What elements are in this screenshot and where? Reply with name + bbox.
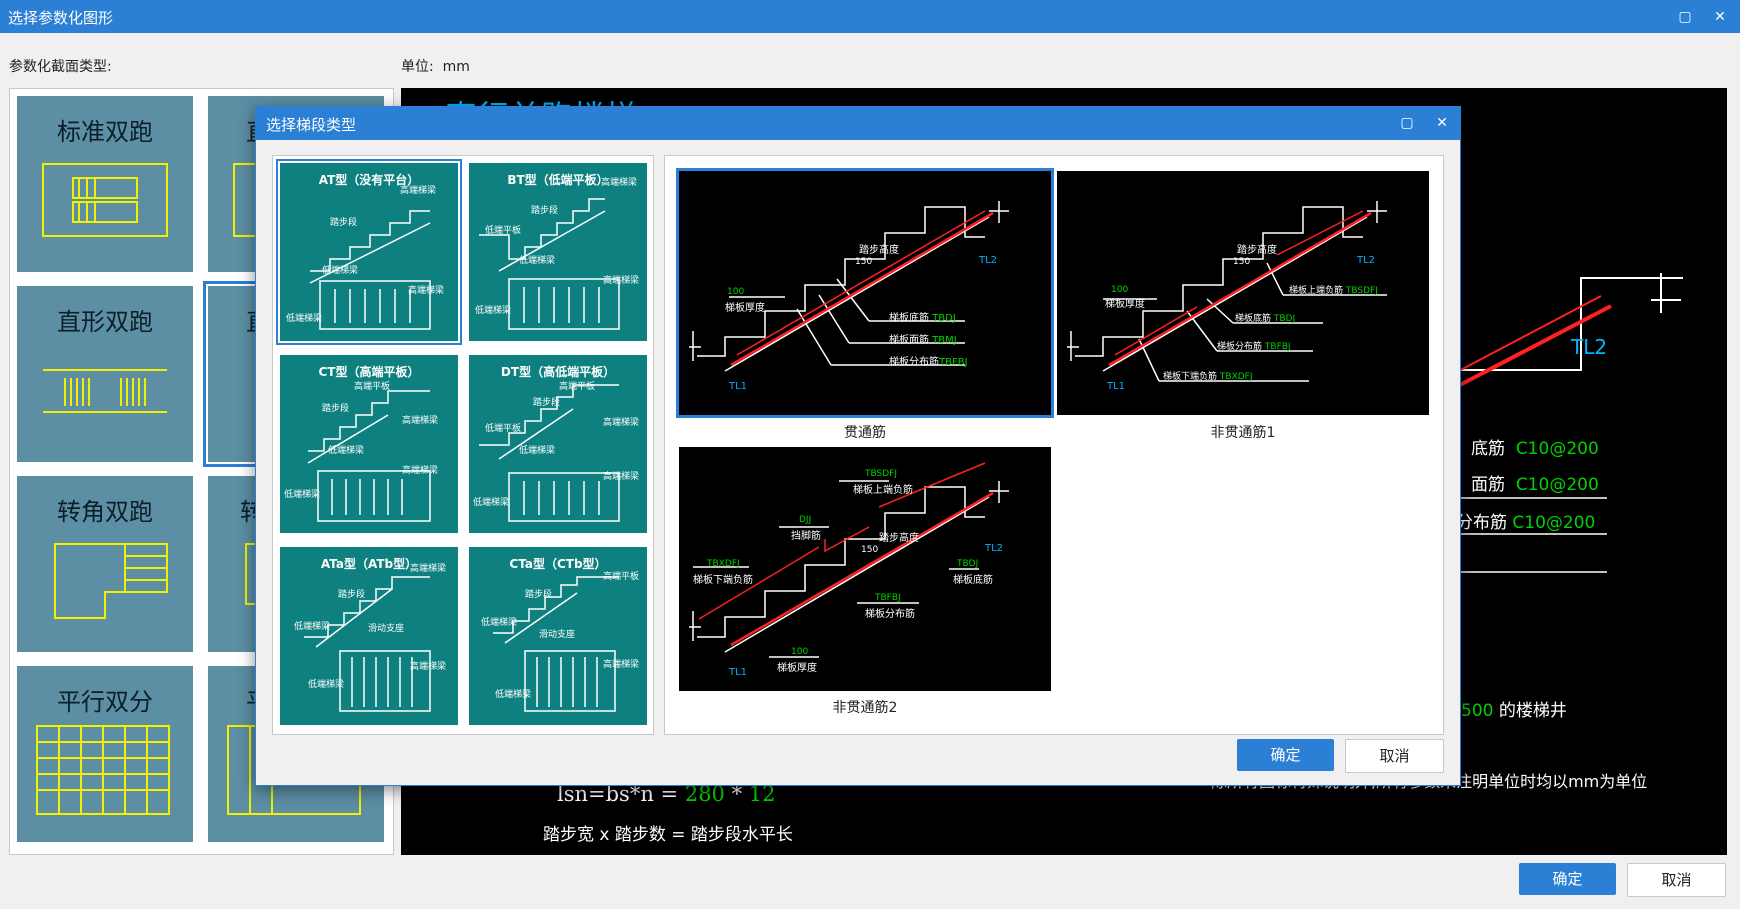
maximize-icon[interactable]: ▢ xyxy=(1674,6,1696,28)
rebar-row: 分布筋 C10@200 xyxy=(1456,513,1596,533)
unit-label: 单位: mm xyxy=(401,59,470,75)
stair-well-text: 500 的楼梯井 xyxy=(1461,701,1567,721)
cancel-button[interactable]: 取消 xyxy=(1627,863,1726,897)
callout: 梯板分布筋TBFBJ xyxy=(889,357,968,368)
callout: 梯板分布筋 TBFBJ xyxy=(1217,342,1291,352)
reinforcement-options: 踏步高度 150 100 梯板厚度 TL1 TL2 梯板底筋 TBDJ 梯板面筋… xyxy=(664,155,1444,735)
stair-segment-dialog: 选择梯段类型 ▢ ✕ AT型（没有平台） 高端梯梁 踏步段 低端梯梁 高端梯梁 … xyxy=(255,106,1461,786)
callout: 梯板上端负筋 TBSDFJ xyxy=(1289,286,1378,296)
close-icon[interactable]: ✕ xyxy=(1709,6,1731,28)
maximize-icon[interactable]: ▢ xyxy=(1396,112,1418,134)
type-ata[interactable]: ATa型（ATb型） 高端梯梁 踏步段 低端梯梁 滑动支座 高端梯梁 低端梯梁 xyxy=(280,547,458,725)
segment-type-grid: AT型（没有平台） 高端梯梁 踏步段 低端梯梁 高端梯梁 低端梯梁 BT型（低端… xyxy=(272,155,654,735)
section-standard-double-run[interactable]: 标准双跑 xyxy=(17,96,193,272)
ok-button[interactable]: 确定 xyxy=(1519,863,1616,895)
close-icon[interactable]: ✕ xyxy=(1431,112,1453,134)
straight-double-run-icon xyxy=(43,369,167,413)
dialog-titlebar: 选择梯段类型 ▢ ✕ xyxy=(256,107,1460,140)
window-titlebar: 选择参数化图形 ▢ ✕ xyxy=(0,0,1740,33)
section-type-label: 参数化截面类型: xyxy=(9,59,112,75)
reinf-non-through-1[interactable]: 踏步高度 150 100 梯板厚度 TL1 TL2 梯板上端负筋 TBSDFJ … xyxy=(1057,171,1429,415)
window-title: 选择参数化图形 xyxy=(8,9,114,27)
formula-desc: 踏步宽 x 踏步数 = 踏步段水平长 xyxy=(543,825,793,845)
rebar-row: 面筋 C10@200 xyxy=(1471,475,1599,495)
type-bt[interactable]: BT型（低端平板） 高端梯梁 踏步段 低端平板 低端梯梁 高端梯梁 低端梯梁 xyxy=(469,163,647,341)
reinf-through-label: 贯通筋 xyxy=(844,425,886,441)
reinf-non-through-2-label: 非贯通筋2 xyxy=(832,700,898,716)
callout: 梯板底筋 TBDJ xyxy=(1235,314,1296,324)
dialog-cancel-button[interactable]: 取消 xyxy=(1345,739,1444,773)
dialog-ok-button[interactable]: 确定 xyxy=(1237,739,1334,771)
callout: 梯板面筋 TBMJ xyxy=(889,335,957,346)
standard-double-run-icon xyxy=(42,163,168,237)
type-at[interactable]: AT型（没有平台） 高端梯梁 踏步段 低端梯梁 高端梯梁 低端梯梁 xyxy=(276,159,462,345)
callout: 梯板下端负筋 TBXDFJ xyxy=(1163,372,1253,382)
unit-value: mm xyxy=(442,59,470,75)
type-cta[interactable]: CTa型（CTb型） 高端平板 踏步段 低端梯梁 滑动支座 高端梯梁 低端梯梁 xyxy=(469,547,647,725)
type-ct[interactable]: CT型（高端平板） 高端平板 踏步段 高端梯梁 低端梯梁 高端梯梁 低端梯梁 xyxy=(280,355,458,533)
section-straight-double-run[interactable]: 直形双跑 xyxy=(17,286,193,462)
reinf-non-through-2[interactable]: TBSDFJ 梯板上端负筋 DJJ 挡脚筋 TBXDFJ 梯板下端负筋 踏步高度… xyxy=(679,447,1051,691)
parallel-split-icon xyxy=(36,725,170,815)
section-corner-double-run[interactable]: 转角双跑 xyxy=(17,476,193,652)
section-parallel-split[interactable]: 平行双分 xyxy=(17,666,193,842)
dialog-title: 选择梯段类型 xyxy=(266,116,357,134)
corner-double-run-icon xyxy=(54,543,168,619)
reinf-non-through-1-label: 非贯通筋1 xyxy=(1210,425,1276,441)
reinf-through[interactable]: 踏步高度 150 100 梯板厚度 TL1 TL2 梯板底筋 TBDJ 梯板面筋… xyxy=(676,168,1054,418)
callout: 梯板底筋 TBDJ xyxy=(889,313,956,324)
rebar-row: 底筋 C10@200 xyxy=(1471,439,1599,459)
type-dt[interactable]: DT型（高低端平板） 高端平板 踏步段 低端平板 高端梯梁 低端梯梁 高端梯梁 … xyxy=(469,355,647,533)
preview-tl2: TL2 xyxy=(1571,335,1608,359)
